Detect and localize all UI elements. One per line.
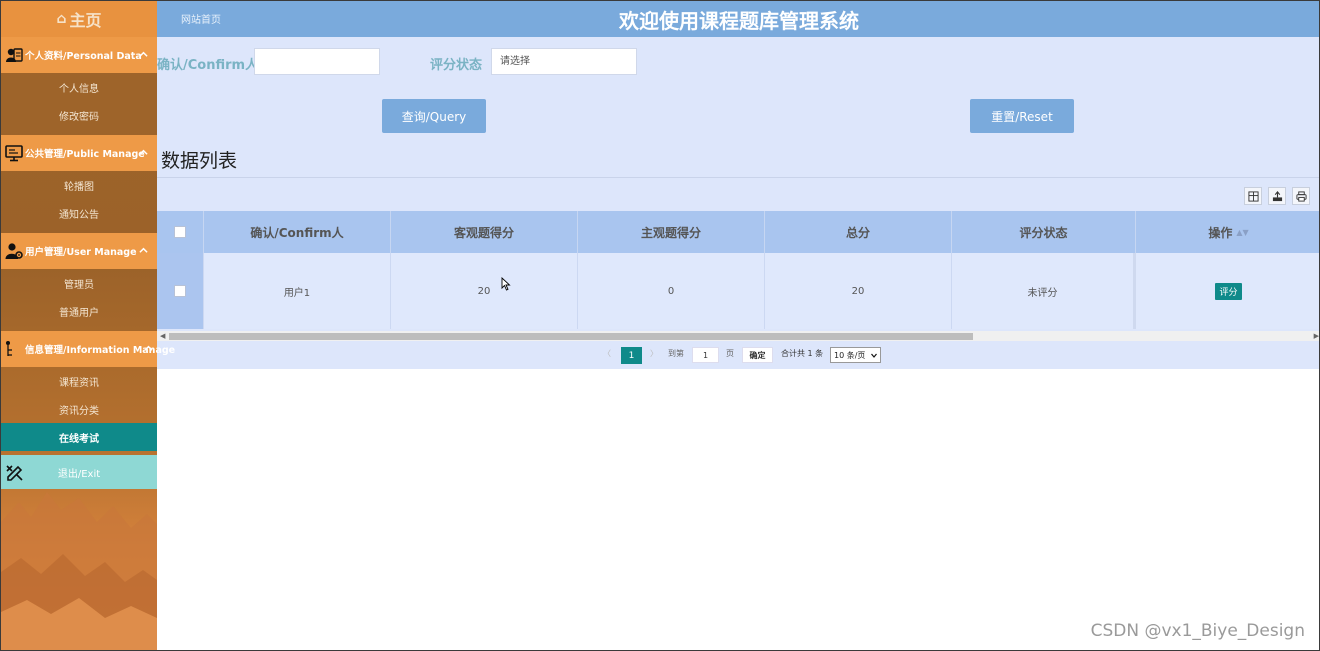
watermark: CSDN @vx1_Biye_Design [1090, 621, 1305, 641]
pagination: 〈 1 〉 到第 1 页 确定 合计共 1 条 10 条/页 [157, 345, 1319, 367]
main-content: 确认/Confirm人 评分状态 请选择 查询/Query 重置/Reset 数… [157, 37, 1319, 369]
cell-total-score: 20 [765, 253, 952, 329]
goto-label: 到第 [668, 349, 684, 358]
horizontal-scrollbar[interactable]: ◀ ▶ [157, 331, 1319, 341]
next-page-icon[interactable]: 〉 [650, 348, 658, 359]
column-header[interactable]: 总分 [765, 211, 952, 253]
sidebar-item-normal-user[interactable]: 普通用户 [1, 297, 157, 325]
column-header[interactable]: 确认/Confirm人 [204, 211, 391, 253]
chevron-up-icon [144, 345, 153, 351]
sidebar-item-admin[interactable]: 管理员 [1, 269, 157, 297]
chevron-up-icon [139, 51, 148, 57]
page-title: 欢迎使用课程题库管理系统 [619, 9, 859, 33]
print-icon [1295, 190, 1307, 202]
top-header: 网站首页 欢迎使用课程题库管理系统 [157, 1, 1319, 37]
scroll-thumb[interactable] [169, 333, 973, 340]
scroll-right-icon[interactable]: ▶ [1314, 331, 1319, 341]
select-all-checkbox[interactable] [174, 226, 186, 238]
sidebar-item-news-category[interactable]: 资讯分类 [1, 395, 157, 423]
scroll-left-icon[interactable]: ◀ [160, 331, 165, 341]
cell-action: 评分 [1136, 253, 1319, 329]
monitor-icon [5, 145, 23, 162]
row-select-cell [157, 253, 204, 329]
table-header: 确认/Confirm人 客观题得分 主观题得分 总分 评分状态 操作 ▲▼ [157, 211, 1319, 253]
export-icon [1272, 190, 1282, 201]
page-size-select[interactable]: 10 条/页 [830, 347, 881, 363]
prev-page-icon[interactable]: 〈 [603, 348, 611, 359]
home-label: 主页 [69, 11, 102, 30]
exit-icon [6, 465, 23, 481]
column-header[interactable]: 主观题得分 [578, 211, 765, 253]
sidebar-item-course-news[interactable]: 课程资讯 [1, 367, 157, 395]
sidebar-group-information[interactable]: 信息管理/Information Manage [1, 331, 175, 367]
status-label: 评分状态 [430, 58, 483, 73]
chevron-down-icon [871, 353, 877, 358]
select-all-cell [157, 211, 204, 253]
home-icon: ⌂ [56, 11, 67, 27]
row-checkbox[interactable] [174, 285, 186, 297]
goto-confirm-button[interactable]: 确定 [742, 347, 773, 363]
mountain-background [1, 492, 157, 650]
sidebar-item-notice[interactable]: 通知公告 [1, 199, 157, 227]
sidebar-group-public[interactable]: 公共管理/Public Manage [1, 135, 157, 171]
grade-button[interactable]: 评分 [1215, 282, 1242, 300]
reset-button[interactable]: 重置/Reset [970, 99, 1074, 133]
column-header[interactable]: 评分状态 [952, 211, 1136, 253]
sidebar-group-label: 个人资料/Personal Data [25, 51, 142, 62]
cell-confirm-person: 用户1 [204, 253, 391, 329]
info-tree-icon [6, 341, 12, 356]
chevron-up-icon [139, 247, 148, 253]
home-link[interactable]: ⌂ 主页 [1, 1, 157, 37]
sidebar-group-personal[interactable]: 个人资料/Personal Data [1, 37, 157, 73]
column-header-action[interactable]: 操作 ▲▼ [1136, 211, 1319, 253]
sidebar-item-personal-info[interactable]: 个人信息 [1, 73, 157, 101]
current-page[interactable]: 1 [621, 347, 642, 364]
user-card-icon [6, 48, 23, 62]
page-unit-label: 页 [726, 349, 734, 358]
exit-label: 退出/Exit [57, 468, 101, 480]
confirm-person-label: 确认/Confirm人 [157, 58, 259, 73]
total-count: 合计共 1 条 [781, 349, 824, 358]
sidebar-item-carousel[interactable]: 轮播图 [1, 171, 157, 199]
cell-status: 未评分 [952, 253, 1136, 329]
print-button[interactable] [1292, 187, 1310, 205]
sidebar-item-change-password[interactable]: 修改密码 [1, 101, 157, 129]
confirm-person-input[interactable] [254, 48, 380, 75]
status-select[interactable]: 请选择 [491, 48, 637, 75]
user-gear-icon [5, 243, 23, 259]
mouse-cursor-icon [501, 277, 511, 291]
export-button[interactable] [1268, 187, 1286, 205]
cell-subjective-score: 0 [578, 253, 765, 329]
query-button[interactable]: 查询/Query [382, 99, 486, 133]
column-toggle-button[interactable] [1244, 187, 1262, 205]
sidebar: ⌂ 主页 个人资料/Personal Data 个人信息 修改密码 公共管理/P… [1, 1, 175, 650]
page-size-value: 10 条/页 [834, 350, 866, 360]
chevron-up-icon [139, 149, 148, 155]
sidebar-group-user[interactable]: 用户管理/User Manage [1, 233, 157, 269]
divider [157, 177, 1319, 178]
exit-button[interactable]: 退出/Exit [1, 455, 157, 489]
cell-objective-score: 20 [391, 253, 578, 329]
sidebar-group-label: 用户管理/User Manage [25, 247, 137, 258]
table-row: 用户1 20 0 20 未评分 评分 [157, 253, 1319, 329]
goto-page-input[interactable]: 1 [692, 347, 719, 363]
grid-icon [1247, 190, 1259, 202]
list-title: 数据列表 [161, 150, 238, 172]
sidebar-group-label: 公共管理/Public Manage [25, 149, 145, 160]
column-header-label: 操作 [1208, 225, 1233, 240]
app-window: ⌂ 主页 个人资料/Personal Data 个人信息 修改密码 公共管理/P… [0, 0, 1320, 651]
sort-icon: ▲▼ [1236, 227, 1249, 237]
sidebar-item-online-exam[interactable]: 在线考试 [1, 423, 157, 451]
column-header[interactable]: 客观题得分 [391, 211, 578, 253]
